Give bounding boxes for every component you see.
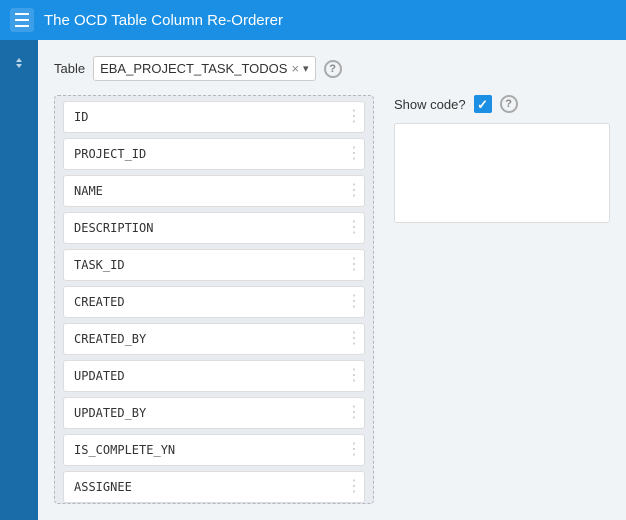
column-item-text: TASK_ID: [74, 258, 354, 272]
drag-handle-icon: [348, 102, 360, 132]
show-code-label: Show code?: [394, 97, 466, 112]
drag-handle-icon: [348, 435, 360, 465]
column-item-text: ASSIGNEE: [74, 480, 354, 494]
column-item[interactable]: DESCRIPTION: [63, 212, 365, 244]
drag-handle-icon: [348, 398, 360, 428]
columns-layout: ID PROJECT_ID NAME DESCRIPTION TASK_ID CREATE…: [54, 95, 610, 504]
header: The OCD Table Column Re-Orderer: [0, 0, 626, 40]
column-item[interactable]: UPDATED: [63, 360, 365, 392]
column-item-text: UPDATED: [74, 369, 354, 383]
right-panel: Show code? ?: [394, 95, 610, 504]
table-help-icon[interactable]: ?: [324, 60, 342, 78]
drag-handle-icon: [348, 250, 360, 280]
column-item-text: NAME: [74, 184, 354, 198]
column-item[interactable]: CREATED: [63, 286, 365, 318]
show-code-row: Show code? ?: [394, 95, 610, 113]
column-item-text: CREATED_BY: [74, 332, 354, 346]
column-item-text: IS_COMPLETE_YN: [74, 443, 354, 457]
column-item[interactable]: TASK_ID: [63, 249, 365, 281]
column-item-text: PROJECT_ID: [74, 147, 354, 161]
column-item-text: CREATED: [74, 295, 354, 309]
drag-handle-icon: [348, 324, 360, 354]
column-item[interactable]: PROJECT_ID: [63, 138, 365, 170]
drag-handle-icon: [348, 176, 360, 206]
table-select-value: EBA_PROJECT_TASK_TODOS: [100, 61, 287, 76]
table-label: Table: [54, 61, 85, 76]
table-select-arrow[interactable]: ▾: [303, 62, 309, 75]
table-select[interactable]: EBA_PROJECT_TASK_TODOS × ▾: [93, 56, 315, 81]
content-area: Table EBA_PROJECT_TASK_TODOS × ▾ ? ID PRO…: [38, 40, 626, 520]
column-item[interactable]: ID: [63, 101, 365, 133]
header-title: The OCD Table Column Re-Orderer: [44, 12, 283, 29]
column-item[interactable]: CREATED_BY: [63, 323, 365, 355]
menu-icon[interactable]: [10, 8, 34, 32]
column-item[interactable]: IS_COMPLETE_YN: [63, 434, 365, 466]
column-item[interactable]: ASSIGNEE: [63, 471, 365, 503]
column-item-text: DESCRIPTION: [74, 221, 354, 235]
main-layout: Table EBA_PROJECT_TASK_TODOS × ▾ ? ID PRO…: [0, 40, 626, 520]
code-area: [394, 123, 610, 223]
drag-handle-icon: [348, 361, 360, 391]
columns-panel: ID PROJECT_ID NAME DESCRIPTION TASK_ID CREATE…: [54, 95, 374, 504]
drag-handle-icon: [348, 139, 360, 169]
drag-handle-icon: [348, 472, 360, 502]
table-selector-row: Table EBA_PROJECT_TASK_TODOS × ▾ ?: [54, 56, 610, 81]
show-code-help-icon[interactable]: ?: [500, 95, 518, 113]
sidebar-nav-icon[interactable]: [4, 48, 34, 78]
drag-handle-icon: [348, 287, 360, 317]
column-item-text: ID: [74, 110, 354, 124]
drag-handle-icon: [348, 213, 360, 243]
show-code-checkbox[interactable]: [474, 95, 492, 113]
sidebar: [0, 40, 38, 520]
column-item[interactable]: UPDATED_BY: [63, 397, 365, 429]
table-select-clear[interactable]: ×: [291, 62, 299, 75]
column-item-text: UPDATED_BY: [74, 406, 354, 420]
column-item[interactable]: NAME: [63, 175, 365, 207]
